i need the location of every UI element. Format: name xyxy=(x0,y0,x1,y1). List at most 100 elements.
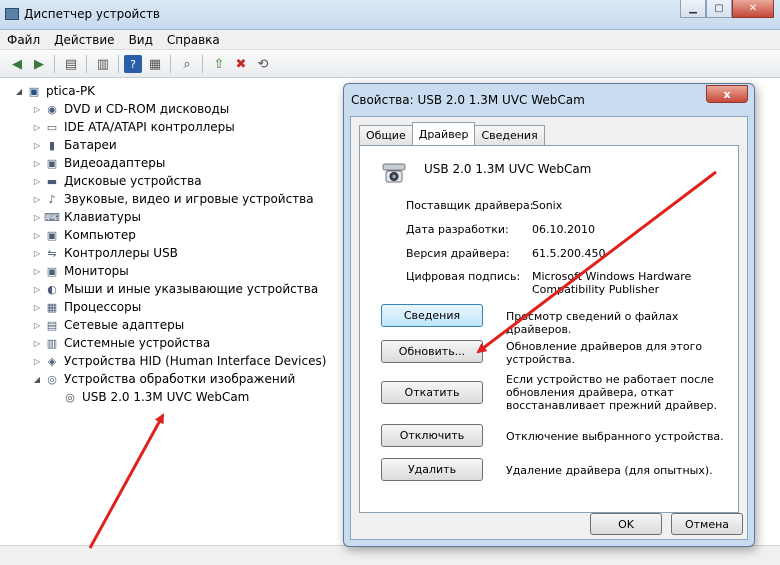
device-manager-icon xyxy=(5,8,19,20)
expand-icon[interactable]: ▷ xyxy=(32,357,42,366)
driver-details-button[interactable]: Сведения xyxy=(381,304,483,327)
tab-strip: Общие Драйвер Сведения xyxy=(359,122,545,145)
tree-label: Компьютер xyxy=(64,228,136,242)
scan-icon[interactable]: ⌕ xyxy=(178,55,196,73)
disk-drive-icon: ▬ xyxy=(46,174,58,188)
expand-icon[interactable]: ▷ xyxy=(32,267,42,276)
tree-label: Клавиатуры xyxy=(64,210,141,224)
tree-item-category[interactable]: ▷ ▮ Батареи xyxy=(32,136,117,154)
tree-label: Батареи xyxy=(64,138,117,152)
expand-icon[interactable]: ▷ xyxy=(32,213,42,222)
webcam-icon xyxy=(382,163,406,183)
expand-icon[interactable]: ▷ xyxy=(32,321,42,330)
collapse-icon[interactable]: ◢ xyxy=(32,375,42,384)
view-icon[interactable]: ▦ xyxy=(146,55,164,73)
expand-icon[interactable]: ▷ xyxy=(32,303,42,312)
tree-item-category[interactable]: ▷ ▭ IDE ATA/ATAPI контроллеры xyxy=(32,118,235,136)
uninstall-icon[interactable]: ⟲ xyxy=(254,55,272,73)
expand-icon[interactable]: ▷ xyxy=(32,195,42,204)
close-button[interactable]: ✕ xyxy=(732,0,774,18)
tree-label: Устройства HID (Human Interface Devices) xyxy=(64,354,327,368)
menu-action[interactable]: Действие xyxy=(47,30,121,49)
dialog-title: Свойства: USB 2.0 1.3M UVC WebCam xyxy=(351,93,585,107)
disable-device-desc: Отключение выбранного устройства. xyxy=(506,430,724,443)
expand-icon[interactable]: ▷ xyxy=(32,285,42,294)
expand-icon[interactable]: ▷ xyxy=(32,123,42,132)
dialog-close-button[interactable]: x xyxy=(706,85,748,103)
driver-tab-panel: USB 2.0 1.3M UVC WebCam Поставщик драйве… xyxy=(359,145,739,513)
cancel-button[interactable]: Отмена xyxy=(671,513,743,535)
disable-device-button[interactable]: Отключить xyxy=(381,424,483,447)
properties-icon[interactable]: ▤ xyxy=(62,55,80,73)
tab-details[interactable]: Сведения xyxy=(474,125,545,145)
driver-provider-label: Поставщик драйвера: xyxy=(406,199,534,212)
show-icon[interactable]: ▥ xyxy=(94,55,112,73)
back-icon[interactable]: ◀ xyxy=(8,55,26,73)
keyboard-icon: ⌨ xyxy=(44,210,60,224)
tree-item-category[interactable]: ▷ ▣ Мониторы xyxy=(32,262,129,280)
computer-icon: ▣ xyxy=(46,228,58,242)
expand-icon[interactable]: ▷ xyxy=(32,339,42,348)
help-icon[interactable]: ? xyxy=(124,55,142,73)
driver-details-desc: Просмотр сведений о файлах драйверов. xyxy=(506,310,679,336)
tree-item-category[interactable]: ▷ ▦ Процессоры xyxy=(32,298,141,316)
tree-item-webcam[interactable]: ◎ USB 2.0 1.3M UVC WebCam xyxy=(50,388,249,406)
properties-dialog: Свойства: USB 2.0 1.3M UVC WebCam x Общи… xyxy=(343,83,755,547)
menu-view[interactable]: Вид xyxy=(122,30,160,49)
dialog-body: Общие Драйвер Сведения USB 2.0 1.3M UVC … xyxy=(350,116,748,540)
tree-label: Звуковые, видео и игровые устройства xyxy=(64,192,314,206)
menu-file[interactable]: Файл xyxy=(0,30,47,49)
expand-icon[interactable]: ▷ xyxy=(32,231,42,240)
usb-icon: ⇋ xyxy=(47,246,57,260)
driver-version-value: 61.5.200.450 xyxy=(532,247,606,260)
collapse-icon[interactable]: ◢ xyxy=(14,87,24,96)
uninstall-driver-desc: Удаление драйвера (для опытных). xyxy=(506,464,713,477)
maximize-button[interactable]: ▢ xyxy=(706,0,732,18)
tab-general[interactable]: Общие xyxy=(359,125,413,145)
tab-driver[interactable]: Драйвер xyxy=(411,122,476,145)
digital-signer-label: Цифровая подпись: xyxy=(406,270,521,283)
tree-label: Контроллеры USB xyxy=(64,246,178,260)
tree-item-category[interactable]: ▷ ▬ Дисковые устройства xyxy=(32,172,202,190)
tree-label: Устройства обработки изображений xyxy=(64,372,296,386)
tree-item-category[interactable]: ▷ ◉ DVD и CD-ROM дисководы xyxy=(32,100,229,118)
uninstall-driver-button[interactable]: Удалить xyxy=(381,458,483,481)
tree-item-category[interactable]: ▷ ▣ Компьютер xyxy=(32,226,136,244)
monitor-icon: ▣ xyxy=(46,264,58,278)
tree-item-category[interactable]: ▷ ⇋ Контроллеры USB xyxy=(32,244,178,262)
tree-item-category[interactable]: ▷ ♪ Звуковые, видео и игровые устройства xyxy=(32,190,314,208)
processor-icon: ▦ xyxy=(46,300,58,314)
expand-icon[interactable]: ▷ xyxy=(32,159,42,168)
tree-label: IDE ATA/ATAPI контроллеры xyxy=(64,120,235,134)
tree-label: Видеоадаптеры xyxy=(64,156,166,170)
tree-label: USB 2.0 1.3M UVC WebCam xyxy=(82,390,250,404)
sound-icon: ♪ xyxy=(48,192,56,206)
ok-button[interactable]: OK xyxy=(590,513,662,535)
expand-icon[interactable]: ▷ xyxy=(32,105,42,114)
tree-item-category[interactable]: ▷ ◈ Устройства HID (Human Interface Device… xyxy=(32,352,326,370)
update-driver-desc: Обновление драйверов для этого устройств… xyxy=(506,340,703,366)
menu-help[interactable]: Справка xyxy=(160,30,227,49)
tree-item-category[interactable]: ▷ ▥ Системные устройства xyxy=(32,334,210,352)
update-driver-icon[interactable]: ⇧ xyxy=(210,55,228,73)
expand-icon[interactable]: ▷ xyxy=(32,141,42,150)
display-adapter-icon: ▣ xyxy=(46,156,58,170)
tree-root[interactable]: ◢ ▣ ptica-PK xyxy=(14,82,95,100)
tree-item-category[interactable]: ▷ ▤ Сетевые адаптеры xyxy=(32,316,184,334)
roll-back-driver-button[interactable]: Откатить xyxy=(381,381,483,404)
disable-icon[interactable]: ✖ xyxy=(232,55,250,73)
minimize-button[interactable]: ▁ xyxy=(680,0,706,18)
tree-item-category[interactable]: ▷ ▣ Видеоадаптеры xyxy=(32,154,165,172)
expand-icon[interactable]: ▷ xyxy=(32,177,42,186)
tree-item-category[interactable]: ▷ ◐ Мыши и иные указывающие устройства xyxy=(32,280,318,298)
update-driver-button[interactable]: Обновить... xyxy=(381,340,483,363)
tree-label: Дисковые устройства xyxy=(64,174,202,188)
forward-icon[interactable]: ▶ xyxy=(30,55,48,73)
battery-icon: ▮ xyxy=(48,138,56,152)
expand-icon[interactable]: ▷ xyxy=(32,249,42,258)
tree-label: ptica-PK xyxy=(46,84,96,98)
tree-item-category[interactable]: ◢ ◎ Устройства обработки изображений xyxy=(32,370,295,388)
computer-root-icon: ▣ xyxy=(28,84,40,98)
tree-item-category[interactable]: ▷ ⌨ Клавиатуры xyxy=(32,208,141,226)
tree-label: DVD и CD-ROM дисководы xyxy=(64,102,230,116)
